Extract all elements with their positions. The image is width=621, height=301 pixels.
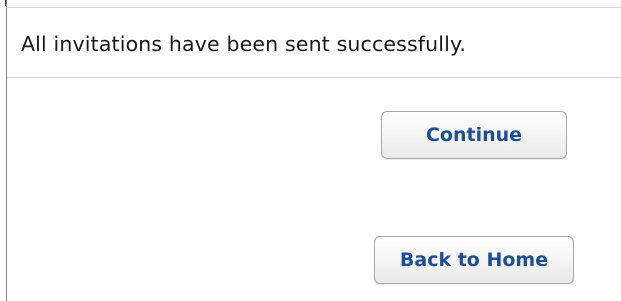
success-message: All invitations have been sent successfu… xyxy=(21,32,467,56)
continue-button[interactable]: Continue xyxy=(381,111,567,159)
status-message-row: All invitations have been sent successfu… xyxy=(7,8,621,78)
back-to-home-button[interactable]: Back to Home xyxy=(374,236,574,284)
confirmation-panel: All invitations have been sent successfu… xyxy=(0,0,621,301)
